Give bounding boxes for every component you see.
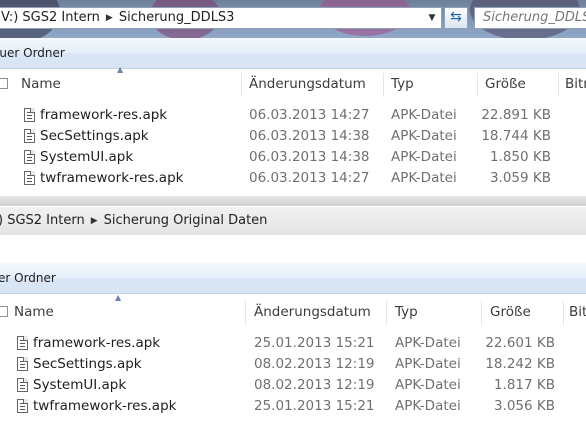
file-row[interactable]: twframework-res.apk 25.01.2013 15:21 APK…	[0, 396, 586, 417]
chevron-right-icon[interactable]: ▶	[106, 13, 113, 23]
file-type: APK-Datei	[395, 398, 461, 414]
column-divider[interactable]	[383, 73, 384, 97]
select-all-checkbox[interactable]	[0, 306, 8, 317]
search-placeholder: Sicherung_DDLS3	[483, 10, 586, 25]
column-divider[interactable]	[481, 301, 482, 325]
select-all-checkbox[interactable]	[0, 78, 8, 89]
toolbar: euer Ordner	[0, 38, 586, 69]
file-size: 18.744 KB	[481, 128, 551, 144]
file-type: APK-Datei	[391, 170, 457, 186]
column-header-date[interactable]: Änderungsdatum	[254, 297, 371, 327]
file-date: 06.03.2013 14:38	[249, 149, 370, 165]
file-date: 08.02.2013 12:19	[254, 356, 375, 372]
column-divider[interactable]	[241, 73, 242, 97]
sort-up-icon: ▲	[117, 65, 124, 74]
column-header-size[interactable]: Größe	[490, 297, 531, 327]
file-date: 06.03.2013 14:27	[249, 170, 370, 186]
file-date: 06.03.2013 14:27	[249, 107, 370, 123]
column-divider[interactable]	[558, 73, 559, 97]
breadcrumb[interactable]: ) SGS2 Intern ▶ Sicherung Original Daten	[0, 213, 267, 228]
file-date: 06.03.2013 14:38	[249, 128, 370, 144]
explorer-window-bottom: ) SGS2 Intern ▶ Sicherung Original Daten e…	[0, 207, 586, 433]
column-header-type[interactable]: Typ	[391, 69, 414, 99]
column-divider[interactable]	[563, 301, 564, 325]
column-header-type[interactable]: Typ	[395, 297, 418, 327]
file-date: 25.01.2013 15:21	[254, 398, 375, 414]
file-name: framework-res.apk	[33, 335, 161, 351]
file-name: SystemUI.apk	[40, 149, 134, 165]
breadcrumb-item[interactable]: V:) SGS2 Intern	[1, 10, 100, 25]
column-header-name[interactable]: Name	[14, 297, 54, 327]
address-bar-area: ) SGS2 Intern ▶ Sicherung Original Daten	[0, 207, 586, 235]
file-name: SecSettings.apk	[40, 128, 149, 144]
file-type: APK-Datei	[391, 128, 457, 144]
file-name: SecSettings.apk	[33, 356, 142, 372]
chevron-right-icon[interactable]: ▶	[91, 216, 98, 226]
file-row[interactable]: SecSettings.apk 06.03.2013 14:38 APK-Dat…	[0, 126, 586, 147]
file-date: 08.02.2013 12:19	[254, 377, 375, 393]
column-header-extra[interactable]: Bitr	[569, 297, 586, 327]
file-size: 3.056 KB	[493, 398, 555, 414]
explorer-window-top: V:) SGS2 Intern ▶ Sicherung_DDLS3 ▼ ⇆ Sich…	[0, 0, 586, 206]
breadcrumb-item[interactable]: Sicherung Original Daten	[104, 213, 268, 228]
address-bar-area: V:) SGS2 Intern ▶ Sicherung_DDLS3 ▼ ⇆ Sich…	[0, 0, 586, 42]
file-type: APK-Datei	[395, 335, 461, 351]
file-name: twframework-res.apk	[33, 398, 177, 414]
file-icon	[17, 378, 28, 392]
file-size: 22.601 KB	[485, 335, 555, 351]
file-icon	[17, 399, 28, 413]
file-type: APK-Datei	[391, 149, 457, 165]
column-headers: Name ▲ Änderungsdatum Typ Größe Bitr	[0, 293, 586, 327]
window-divider	[0, 196, 586, 206]
chevron-down-icon[interactable]: ▼	[425, 10, 439, 26]
file-icon	[17, 336, 28, 350]
refresh-button[interactable]: ⇆	[444, 7, 468, 29]
file-row[interactable]: framework-res.apk 06.03.2013 14:27 APK-D…	[0, 105, 586, 126]
file-icon	[24, 108, 35, 122]
address-bar[interactable]: V:) SGS2 Intern ▶ Sicherung_DDLS3 ▼	[0, 7, 442, 29]
column-headers: Name ▲ Änderungsdatum Typ Größe Bitr	[0, 65, 586, 99]
file-name: framework-res.apk	[40, 107, 168, 123]
file-row[interactable]: SystemUI.apk 06.03.2013 14:38 APK-Datei …	[0, 147, 586, 168]
column-header-name[interactable]: Name	[21, 69, 61, 99]
breadcrumb: V:) SGS2 Intern ▶ Sicherung_DDLS3	[1, 10, 234, 25]
column-divider[interactable]	[245, 301, 246, 325]
column-header-size[interactable]: Größe	[485, 69, 526, 99]
new-folder-button[interactable]: er Ordner	[0, 271, 56, 285]
breadcrumb-item[interactable]: ) SGS2 Intern	[0, 213, 85, 228]
file-row[interactable]: SystemUI.apk 08.02.2013 12:19 APK-Datei …	[0, 375, 586, 396]
file-size: 22.891 KB	[481, 107, 551, 123]
column-divider[interactable]	[386, 301, 387, 325]
column-divider[interactable]	[477, 73, 478, 97]
file-icon	[24, 129, 35, 143]
refresh-icon: ⇆	[450, 9, 462, 25]
file-row[interactable]: twframework-res.apk 06.03.2013 14:27 APK…	[0, 168, 586, 189]
file-row[interactable]: SecSettings.apk 08.02.2013 12:19 APK-Dat…	[0, 354, 586, 375]
file-icon	[17, 357, 28, 371]
file-name: twframework-res.apk	[40, 170, 184, 186]
sort-up-icon: ▲	[115, 293, 122, 302]
file-row[interactable]: framework-res.apk 25.01.2013 15:21 APK-D…	[0, 333, 586, 354]
toolbar: er Ordner	[0, 263, 586, 294]
column-header-date[interactable]: Änderungsdatum	[249, 69, 366, 99]
file-icon	[24, 150, 35, 164]
search-input[interactable]: Sicherung_DDLS3	[474, 7, 586, 29]
column-header-extra[interactable]: Bitr	[565, 69, 586, 99]
file-type: APK-Datei	[395, 356, 461, 372]
file-icon	[24, 171, 35, 185]
file-size: 18.242 KB	[485, 356, 555, 372]
file-size: 1.850 KB	[489, 149, 551, 165]
file-date: 25.01.2013 15:21	[254, 335, 375, 351]
new-folder-button[interactable]: euer Ordner	[0, 46, 65, 60]
file-name: SystemUI.apk	[33, 377, 127, 393]
breadcrumb-item[interactable]: Sicherung_DDLS3	[119, 10, 235, 25]
file-size: 3.059 KB	[489, 170, 551, 186]
file-type: APK-Datei	[391, 107, 457, 123]
file-type: APK-Datei	[395, 377, 461, 393]
file-size: 1.817 KB	[493, 377, 555, 393]
